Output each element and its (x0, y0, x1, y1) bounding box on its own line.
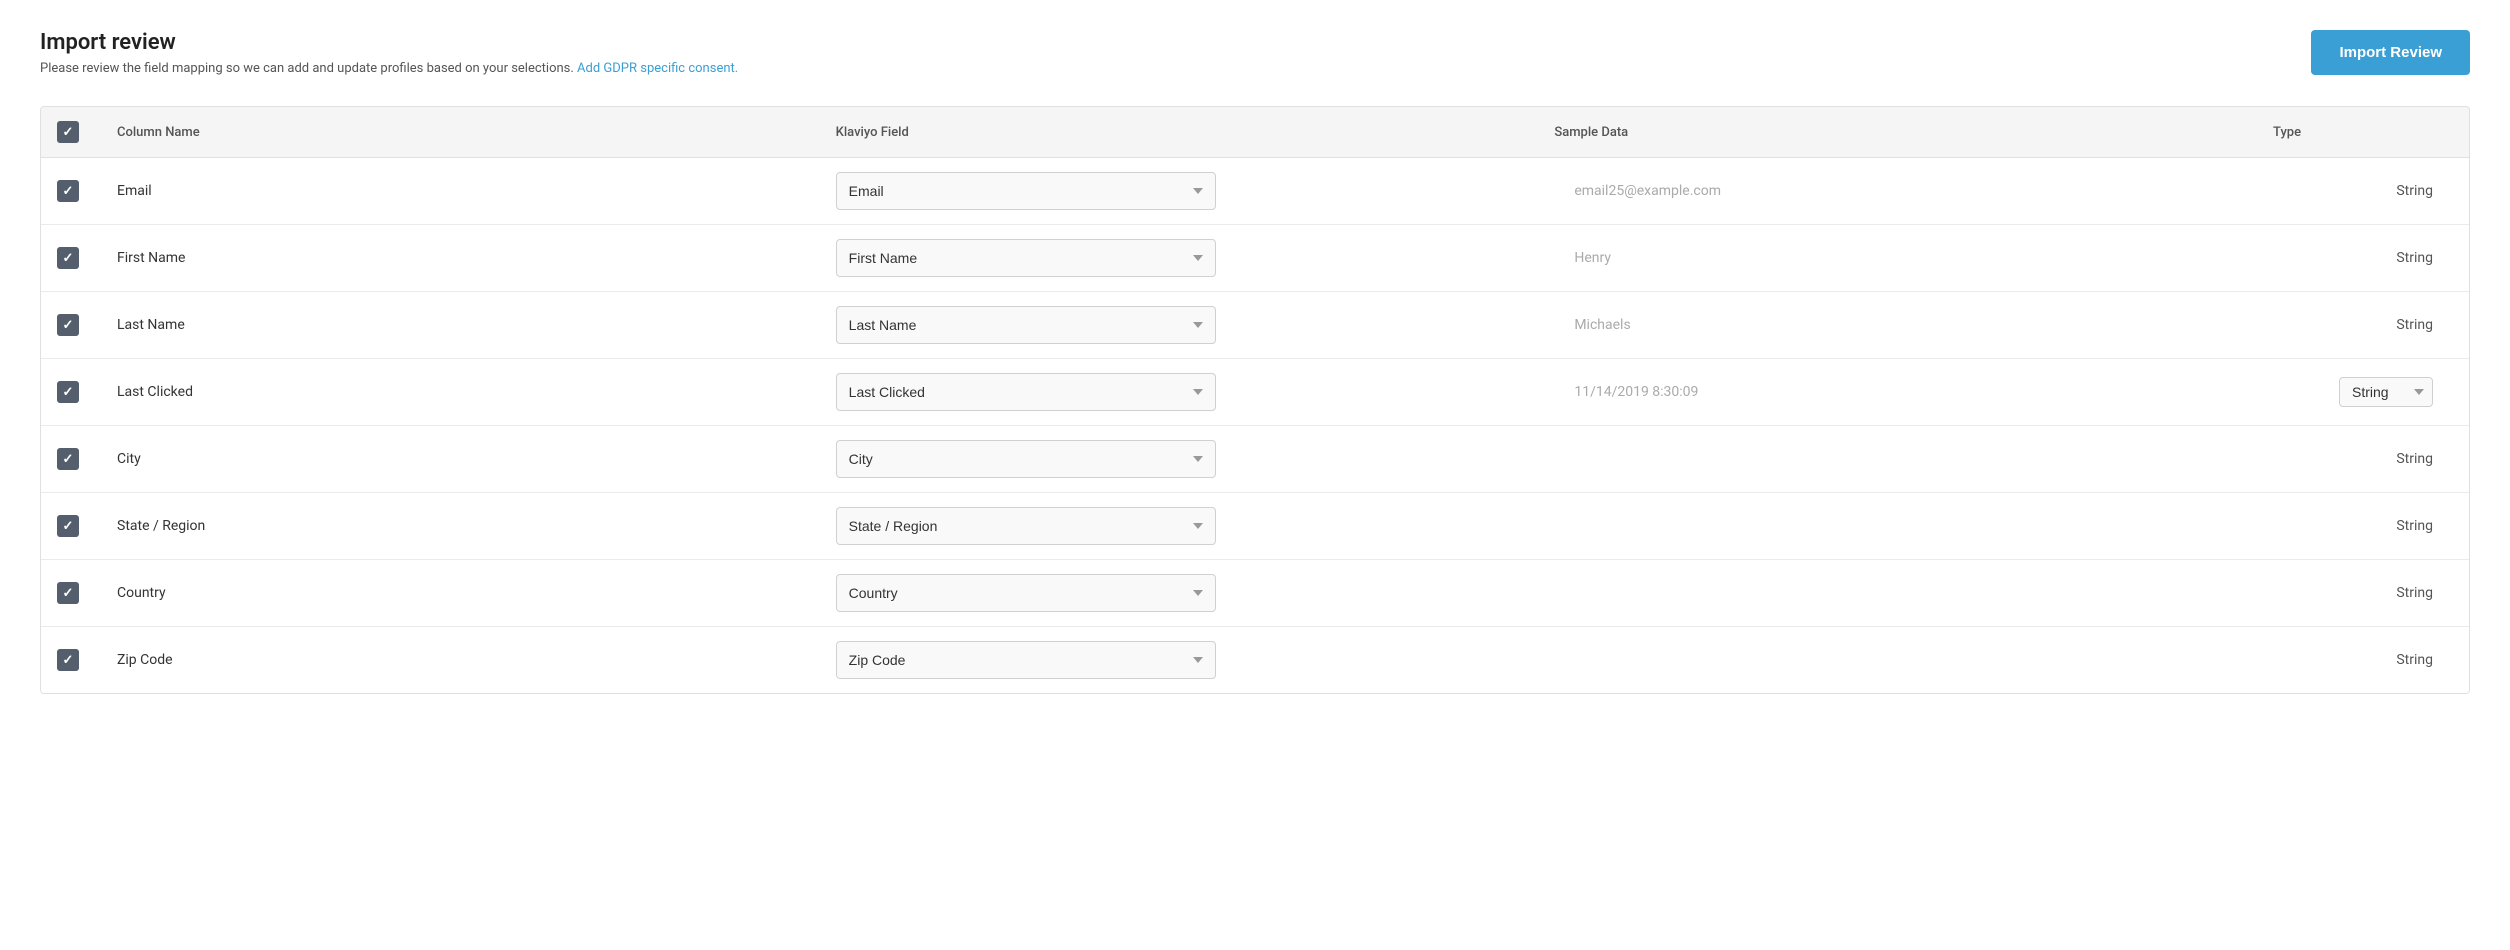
row-checkbox-cell-country (57, 582, 117, 604)
page-container: Import review Please review the field ma… (0, 0, 2510, 950)
table-row: Zip Code Email First Name Last Name Last… (41, 627, 2469, 693)
column-name-zipcode: Zip Code (117, 652, 836, 668)
row-checkbox-lastname[interactable] (57, 314, 79, 336)
klaviyo-field-cell-country: Email First Name Last Name Last Clicked … (836, 574, 1555, 612)
klaviyo-field-header: Klaviyo Field (836, 125, 1555, 140)
row-checkbox-lastclicked[interactable] (57, 381, 79, 403)
row-checkbox-cell-lastclicked (57, 381, 117, 403)
table-row: Last Name Email First Name Last Name Las… (41, 292, 2469, 359)
column-name-country: Country (117, 585, 836, 601)
row-checkbox-cell-city (57, 448, 117, 470)
header-left: Import review Please review the field ma… (40, 30, 738, 76)
sample-data-lastname: Michaels (1554, 317, 2273, 333)
header-checkbox[interactable] (57, 121, 79, 143)
klaviyo-field-select-zipcode[interactable]: Email First Name Last Name Last Clicked … (836, 641, 1216, 679)
table-row: First Name Email First Name Last Name La… (41, 225, 2469, 292)
subtitle-text: Please review the field mapping so we ca… (40, 61, 574, 76)
klaviyo-field-select-city[interactable]: Email First Name Last Name Last Clicked … (836, 440, 1216, 478)
column-name-firstname: First Name (117, 250, 836, 266)
table-row: Email Email First Name Last Name Last Cl… (41, 158, 2469, 225)
klaviyo-field-select-lastname[interactable]: Email First Name Last Name Last Clicked … (836, 306, 1216, 344)
row-checkbox-cell-firstname (57, 247, 117, 269)
gdpr-link[interactable]: Add GDPR specific consent. (577, 61, 738, 76)
klaviyo-field-select-email[interactable]: Email First Name Last Name Last Clicked … (836, 172, 1216, 210)
page-subtitle: Please review the field mapping so we ca… (40, 61, 738, 76)
page-header: Import review Please review the field ma… (40, 30, 2470, 76)
type-cell-city: String (2273, 451, 2453, 467)
klaviyo-field-cell-state: Email First Name Last Name Last Clicked … (836, 507, 1555, 545)
page-title: Import review (40, 30, 738, 55)
table-header-row: Column Name Klaviyo Field Sample Data Ty… (41, 107, 2469, 158)
sample-data-header: Sample Data (1554, 125, 2273, 140)
type-select-lastclicked[interactable]: String Number Date Boolean (2339, 377, 2433, 407)
klaviyo-field-cell-city: Email First Name Last Name Last Clicked … (836, 440, 1555, 478)
row-checkbox-city[interactable] (57, 448, 79, 470)
table-row: Country Email First Name Last Name Last … (41, 560, 2469, 627)
row-checkbox-cell-email (57, 180, 117, 202)
type-cell-country: String (2273, 585, 2453, 601)
table-row: Last Clicked Email First Name Last Name … (41, 359, 2469, 426)
row-checkbox-cell-state (57, 515, 117, 537)
type-cell-lastclicked: String Number Date Boolean (2273, 377, 2453, 407)
data-table: Column Name Klaviyo Field Sample Data Ty… (40, 106, 2470, 694)
row-checkbox-state[interactable] (57, 515, 79, 537)
klaviyo-field-cell-email: Email First Name Last Name Last Clicked … (836, 172, 1555, 210)
table-row: City Email First Name Last Name Last Cli… (41, 426, 2469, 493)
sample-data-lastclicked: 11/14/2019 8:30:09 (1554, 384, 2273, 400)
column-name-lastname: Last Name (117, 317, 836, 333)
column-name-state: State / Region (117, 518, 836, 534)
type-cell-email: String (2273, 183, 2453, 199)
row-checkbox-cell-zipcode (57, 649, 117, 671)
column-name-city: City (117, 451, 836, 467)
type-header: Type (2273, 125, 2453, 140)
klaviyo-field-select-firstname[interactable]: Email First Name Last Name Last Clicked … (836, 239, 1216, 277)
column-name-header: Column Name (117, 125, 836, 140)
row-checkbox-email[interactable] (57, 180, 79, 202)
type-cell-zipcode: String (2273, 652, 2453, 668)
import-review-button[interactable]: Import Review (2311, 30, 2470, 75)
sample-data-email: email25@example.com (1554, 183, 2273, 199)
klaviyo-field-select-state[interactable]: Email First Name Last Name Last Clicked … (836, 507, 1216, 545)
row-checkbox-country[interactable] (57, 582, 79, 604)
type-cell-state: String (2273, 518, 2453, 534)
klaviyo-field-select-lastclicked[interactable]: Email First Name Last Name Last Clicked … (836, 373, 1216, 411)
type-cell-lastname: String (2273, 317, 2453, 333)
klaviyo-field-cell-lastname: Email First Name Last Name Last Clicked … (836, 306, 1555, 344)
klaviyo-field-cell-firstname: Email First Name Last Name Last Clicked … (836, 239, 1555, 277)
column-name-lastclicked: Last Clicked (117, 384, 836, 400)
klaviyo-field-select-country[interactable]: Email First Name Last Name Last Clicked … (836, 574, 1216, 612)
header-checkbox-cell (57, 121, 117, 143)
column-name-email: Email (117, 183, 836, 199)
klaviyo-field-cell-lastclicked: Email First Name Last Name Last Clicked … (836, 373, 1555, 411)
type-cell-firstname: String (2273, 250, 2453, 266)
sample-data-firstname: Henry (1554, 250, 2273, 266)
klaviyo-field-cell-zipcode: Email First Name Last Name Last Clicked … (836, 641, 1555, 679)
row-checkbox-firstname[interactable] (57, 247, 79, 269)
row-checkbox-zipcode[interactable] (57, 649, 79, 671)
table-row: State / Region Email First Name Last Nam… (41, 493, 2469, 560)
row-checkbox-cell-lastname (57, 314, 117, 336)
